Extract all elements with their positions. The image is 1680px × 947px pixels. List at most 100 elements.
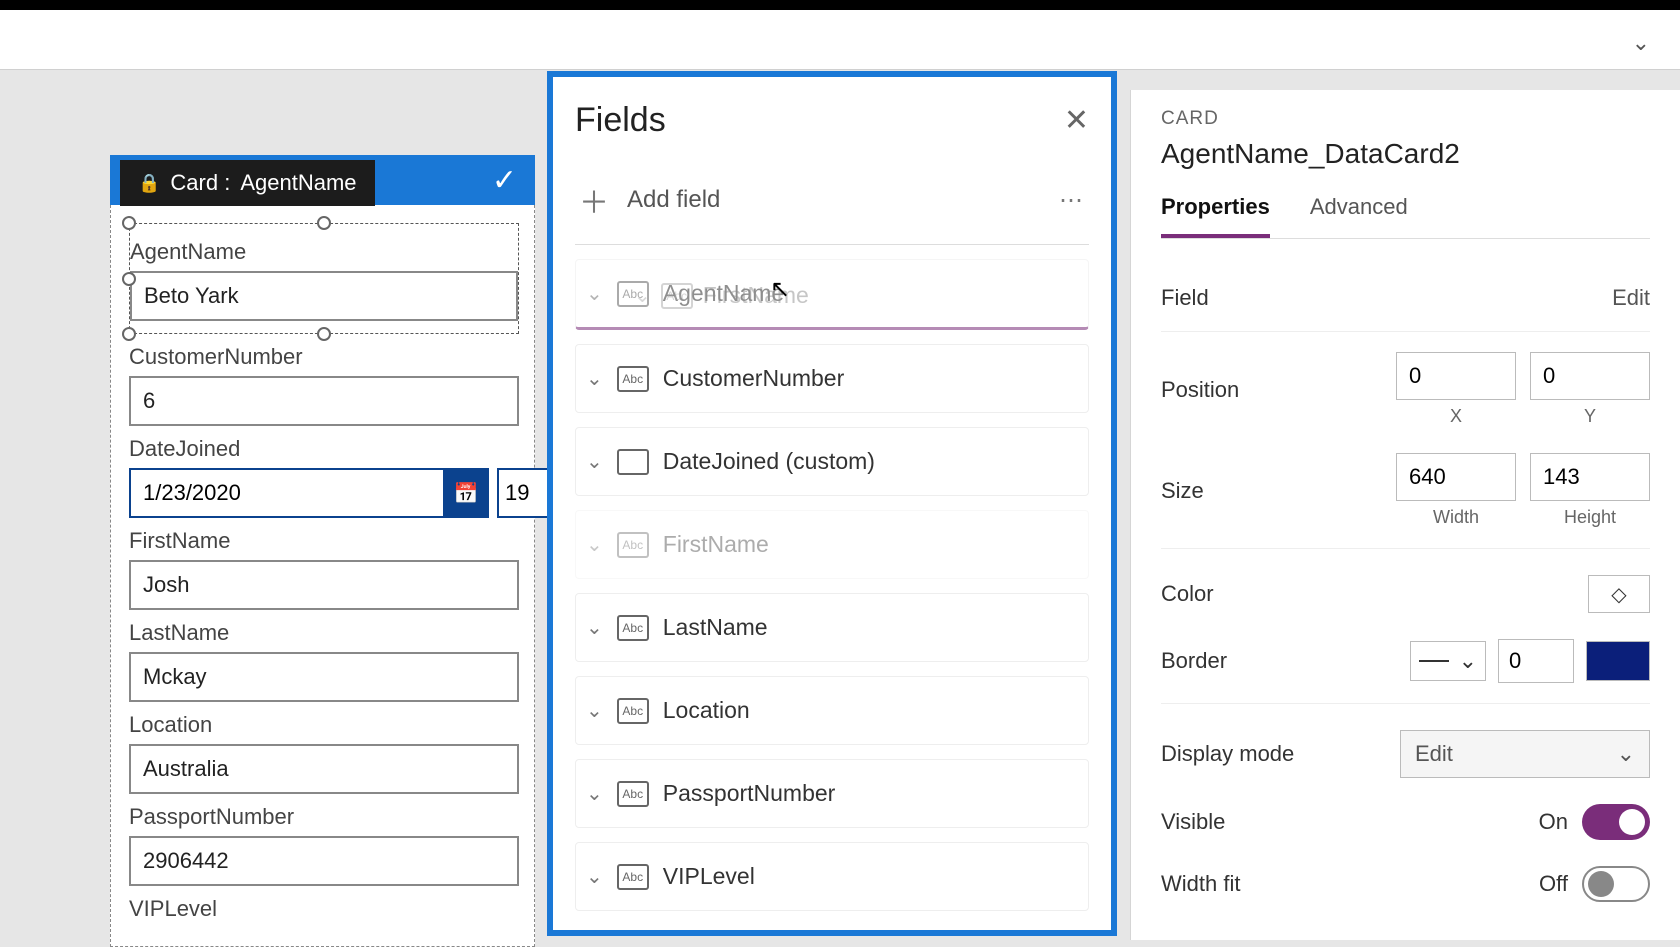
date-input[interactable] bbox=[129, 468, 443, 518]
field-item-datejoined[interactable]: ⌄ DateJoined (custom) bbox=[575, 427, 1089, 496]
edit-link[interactable]: Edit bbox=[1612, 285, 1650, 311]
widthfit-state: Off bbox=[1539, 871, 1568, 897]
subbar: ⌄ bbox=[0, 10, 1680, 70]
size-width-input[interactable] bbox=[1396, 453, 1516, 501]
y-label: Y bbox=[1584, 406, 1596, 427]
field-item-lastname[interactable]: ⌄ Abc LastName bbox=[575, 593, 1089, 662]
field-item-customernumber[interactable]: ⌄ Abc CustomerNumber bbox=[575, 344, 1089, 413]
size-height-input[interactable] bbox=[1530, 453, 1650, 501]
chevron-down-icon: ⌄ bbox=[586, 615, 603, 640]
prop-visible-label: Visible bbox=[1161, 809, 1225, 835]
passportnumber-label: PassportNumber bbox=[129, 804, 519, 830]
more-icon[interactable]: ⋯ bbox=[1059, 186, 1085, 215]
field-item-agentname[interactable]: ⌄ Abc AgentName ⌄ Abc FirstName bbox=[575, 259, 1089, 330]
card-label-prefix: Card : bbox=[170, 170, 230, 196]
form-body: AgentName CustomerNumber DateJoined 📅 ⌄ … bbox=[110, 205, 535, 947]
add-field-button[interactable]: ＋ Add field bbox=[579, 178, 720, 222]
passportnumber-input[interactable] bbox=[129, 836, 519, 886]
displaymode-select[interactable]: Edit ⌄ bbox=[1400, 730, 1650, 778]
card-eyebrow: CARD bbox=[1161, 108, 1650, 130]
prop-color-label: Color bbox=[1161, 581, 1214, 607]
add-field-label: Add field bbox=[627, 186, 720, 214]
customernumber-label: CustomerNumber bbox=[129, 344, 519, 370]
customernumber-input[interactable] bbox=[129, 376, 519, 426]
chevron-down-icon: ⌄ bbox=[634, 283, 651, 308]
plus-icon: ＋ bbox=[579, 178, 609, 222]
lastname-input[interactable] bbox=[129, 652, 519, 702]
chevron-down-icon: ⌄ bbox=[586, 449, 603, 474]
chevron-down-icon: ⌄ bbox=[1459, 648, 1477, 674]
fields-title: Fields bbox=[575, 101, 666, 140]
widthfit-toggle[interactable] bbox=[1582, 866, 1650, 902]
card-name: AgentName_DataCard2 bbox=[1161, 138, 1650, 170]
properties-panel: CARD AgentName_DataCard2 Properties Adva… bbox=[1130, 90, 1680, 940]
selected-datacard[interactable]: AgentName bbox=[129, 223, 519, 334]
abc-icon: Abc bbox=[617, 532, 649, 558]
prop-position-row: Position X Y bbox=[1161, 332, 1650, 433]
card-label-name: AgentName bbox=[240, 170, 356, 196]
resize-handle[interactable] bbox=[317, 327, 331, 341]
resize-handle[interactable] bbox=[317, 216, 331, 230]
chevron-down-icon[interactable]: ⌄ bbox=[1632, 30, 1650, 56]
check-icon[interactable]: ✓ bbox=[492, 163, 517, 198]
height-label: Height bbox=[1564, 507, 1616, 528]
resize-handle[interactable] bbox=[122, 327, 136, 341]
border-width-input[interactable] bbox=[1498, 639, 1574, 683]
fields-title-row: Fields ✕ bbox=[575, 101, 1089, 140]
location-label: Location bbox=[129, 712, 519, 738]
abc-icon: Abc bbox=[617, 615, 649, 641]
custom-icon bbox=[617, 449, 649, 475]
color-picker[interactable]: ◇ bbox=[1588, 575, 1650, 613]
prop-position-label: Position bbox=[1161, 377, 1239, 403]
tab-properties[interactable]: Properties bbox=[1161, 194, 1270, 238]
prop-color-row: Color ◇ bbox=[1161, 549, 1650, 619]
location-input[interactable] bbox=[129, 744, 519, 794]
chevron-down-icon: ⌄ bbox=[586, 532, 603, 557]
chevron-down-icon: ⌄ bbox=[1617, 741, 1635, 767]
visible-toggle[interactable] bbox=[1582, 804, 1650, 840]
chevron-down-icon: ⌄ bbox=[586, 864, 603, 889]
displaymode-value: Edit bbox=[1415, 741, 1453, 767]
firstname-input[interactable] bbox=[129, 560, 519, 610]
position-y-input[interactable] bbox=[1530, 352, 1650, 400]
field-item-location[interactable]: ⌄ Abc Location bbox=[575, 676, 1089, 745]
prop-displaymode-row: Display mode Edit ⌄ bbox=[1161, 704, 1650, 784]
agentname-input[interactable] bbox=[130, 271, 518, 321]
field-item-passportnumber[interactable]: ⌄ Abc PassportNumber bbox=[575, 759, 1089, 828]
viplevel-label: VIPLevel bbox=[129, 896, 519, 922]
abc-icon: Abc bbox=[617, 698, 649, 724]
lock-icon: 🔒 bbox=[138, 173, 160, 194]
resize-handle[interactable] bbox=[122, 216, 136, 230]
x-label: X bbox=[1450, 406, 1462, 427]
field-item-label: DateJoined (custom) bbox=[663, 448, 875, 475]
chevron-down-icon: ⌄ bbox=[586, 366, 603, 391]
close-icon[interactable]: ✕ bbox=[1064, 103, 1089, 138]
fields-panel: Fields ✕ ＋ Add field ⋯ ⌄ Abc AgentName ⌄… bbox=[547, 71, 1117, 936]
agentname-label: AgentName bbox=[130, 239, 518, 265]
lastname-label: LastName bbox=[129, 620, 519, 646]
border-color-swatch[interactable] bbox=[1586, 641, 1650, 681]
tab-advanced[interactable]: Advanced bbox=[1310, 194, 1408, 238]
border-style-select[interactable]: ⌄ bbox=[1410, 641, 1486, 681]
chevron-down-icon: ⌄ bbox=[586, 281, 603, 306]
field-item-label: LastName bbox=[663, 614, 768, 641]
prop-field-label: Field bbox=[1161, 285, 1209, 311]
width-label: Width bbox=[1433, 507, 1479, 528]
visible-state: On bbox=[1539, 809, 1568, 835]
field-item-firstname[interactable]: ⌄ Abc FirstName bbox=[575, 510, 1089, 579]
abc-icon: Abc bbox=[617, 864, 649, 890]
field-item-viplevel[interactable]: ⌄ Abc VIPLevel bbox=[575, 842, 1089, 911]
abc-icon: Abc bbox=[661, 283, 693, 309]
calendar-icon[interactable]: 📅 bbox=[443, 468, 489, 518]
field-item-label: Location bbox=[663, 697, 750, 724]
card-label-tab: 🔒 Card : AgentName bbox=[120, 160, 375, 206]
position-x-input[interactable] bbox=[1396, 352, 1516, 400]
resize-handle[interactable] bbox=[122, 272, 136, 286]
chevron-down-icon: ⌄ bbox=[586, 781, 603, 806]
field-item-label: FirstName bbox=[663, 531, 769, 558]
properties-tabs: Properties Advanced bbox=[1161, 194, 1650, 239]
prop-widthfit-row: Width fit Off bbox=[1161, 846, 1650, 908]
prop-visible-row: Visible On bbox=[1161, 784, 1650, 846]
prop-displaymode-label: Display mode bbox=[1161, 741, 1294, 767]
prop-border-row: Border ⌄ bbox=[1161, 619, 1650, 704]
